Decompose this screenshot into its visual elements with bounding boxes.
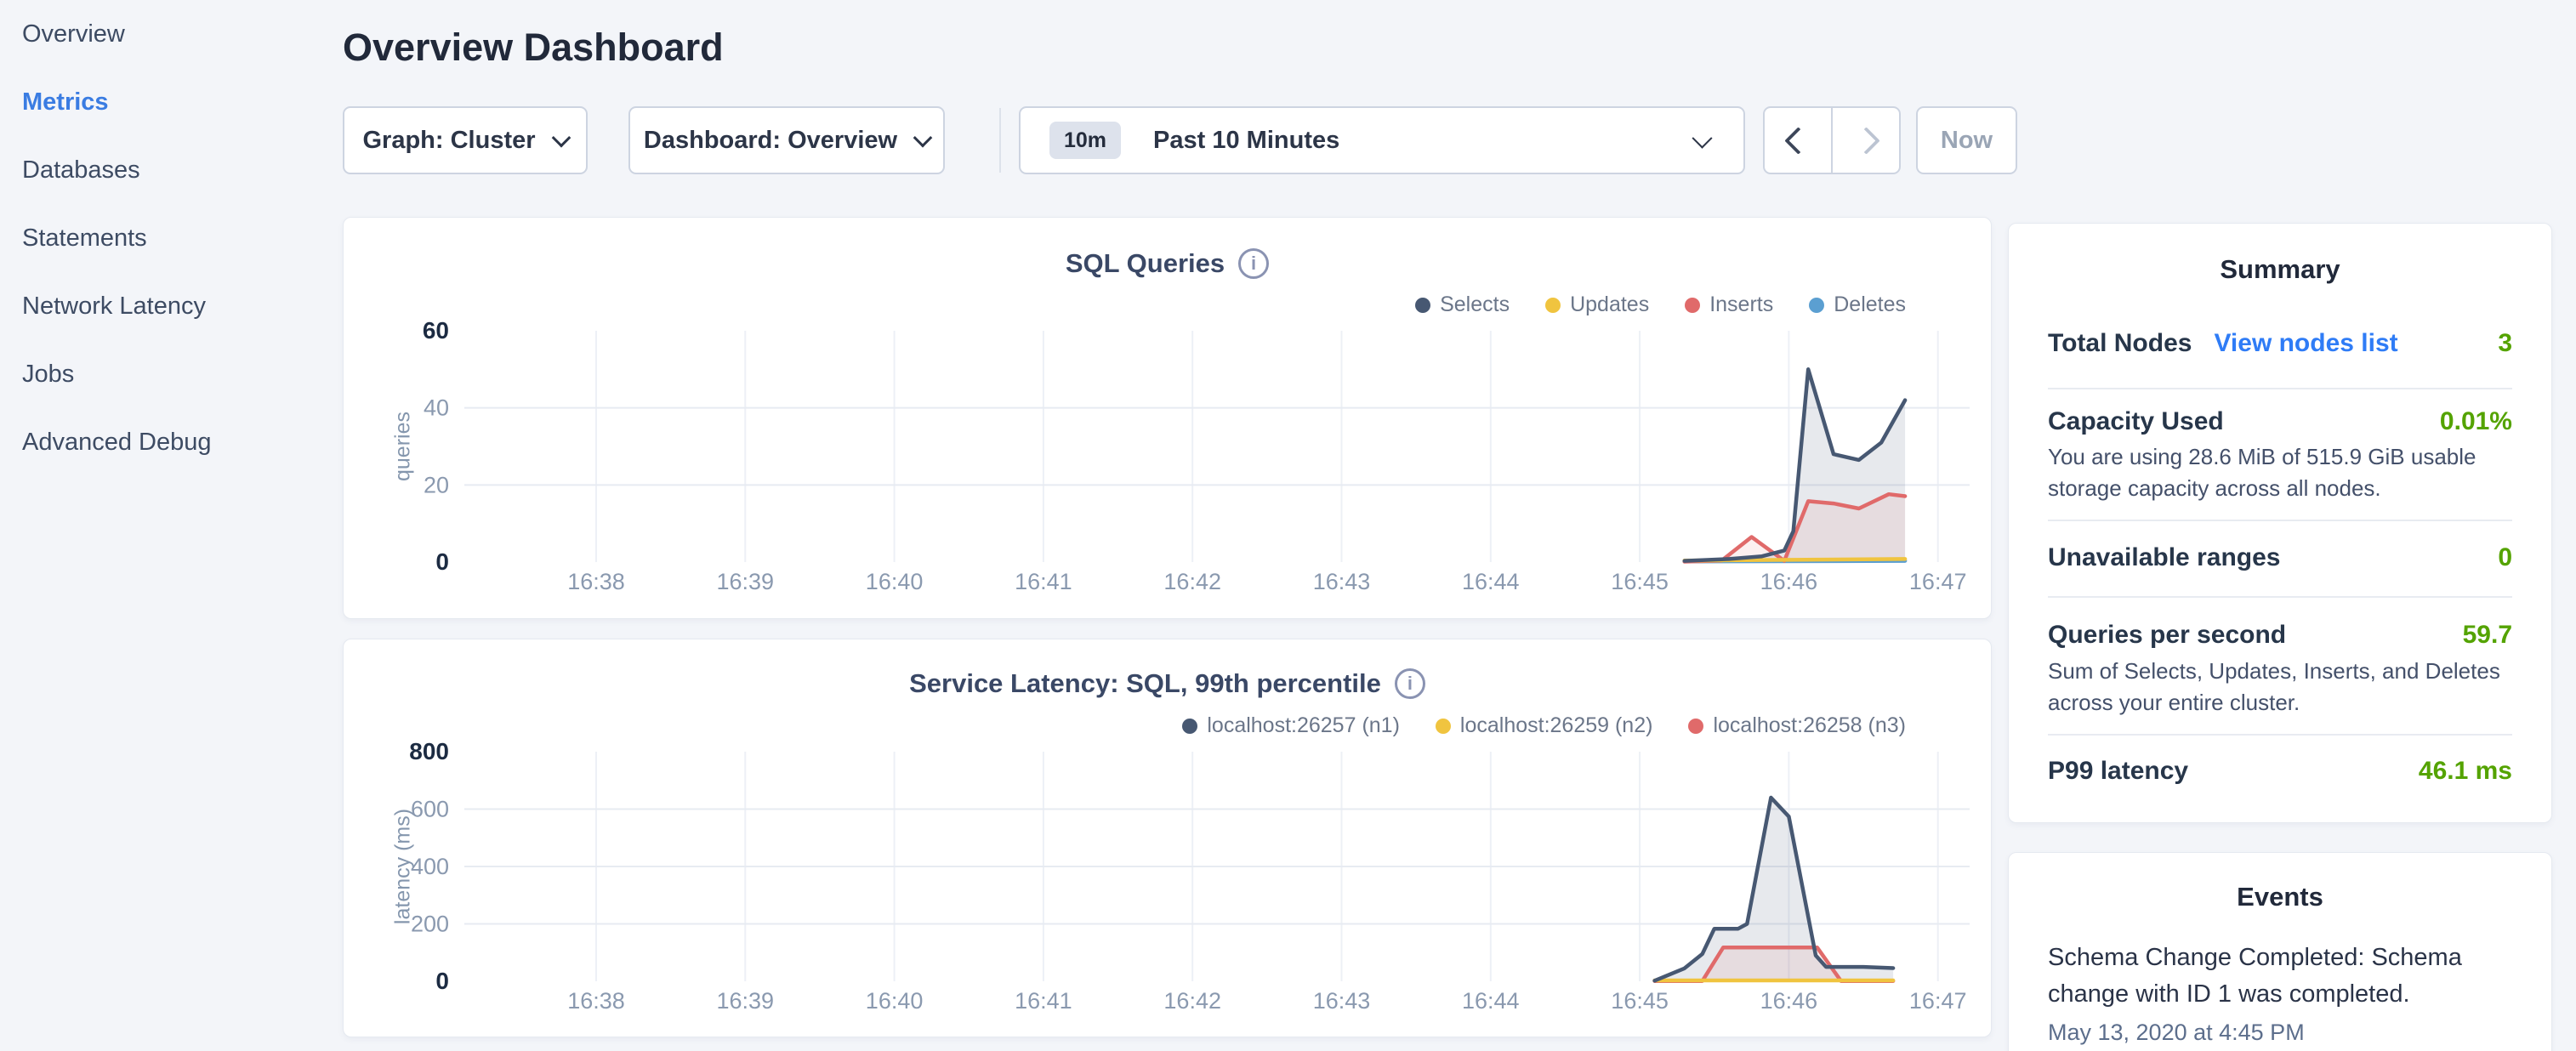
now-button[interactable]: Now [1916, 106, 2017, 174]
svg-text:16:40: 16:40 [866, 569, 924, 594]
chevron-down-icon [1692, 128, 1712, 148]
summary-label: Unavailable ranges [2048, 543, 2280, 572]
svg-text:16:41: 16:41 [1015, 988, 1072, 1014]
dashboard-label: Dashboard: Overview [644, 127, 897, 155]
summary-row-total-nodes: Total Nodes View nodes list 3 [2048, 329, 2512, 358]
summary-label: Total Nodes [2048, 329, 2192, 357]
sidebar-item-metrics[interactable]: Metrics [0, 68, 343, 136]
svg-text:16:41: 16:41 [1015, 569, 1072, 594]
chevron-down-icon [913, 128, 933, 148]
sidebar-item-network-latency[interactable]: Network Latency [0, 272, 343, 340]
service-latency-chart-card: Service Latency: SQL, 99th percentile i … [343, 639, 1992, 1037]
svg-text:16:45: 16:45 [1611, 988, 1669, 1014]
svg-text:16:44: 16:44 [1462, 988, 1520, 1014]
svg-text:16:43: 16:43 [1313, 988, 1371, 1014]
event-message[interactable]: Schema Change Completed: Schema change w… [2048, 940, 2499, 1013]
time-range-label: Past 10 Minutes [1153, 127, 1339, 155]
summary-value: 0.01% [2440, 407, 2512, 436]
sidebar-item-advanced-debug[interactable]: Advanced Debug [0, 408, 343, 476]
svg-text:16:45: 16:45 [1611, 569, 1669, 594]
time-range-badge: 10m [1049, 122, 1121, 159]
time-pager [1763, 106, 1901, 174]
graph-scope-dropdown[interactable]: Graph: Cluster [343, 106, 588, 174]
svg-text:16:46: 16:46 [1760, 988, 1818, 1014]
summary-value: 3 [2498, 329, 2512, 358]
divider [2048, 520, 2512, 521]
svg-text:800: 800 [409, 738, 449, 764]
svg-text:16:42: 16:42 [1163, 569, 1221, 594]
sidebar-item-databases[interactable]: Databases [0, 136, 343, 204]
svg-text:16:38: 16:38 [567, 988, 625, 1014]
divider [2048, 596, 2512, 598]
svg-text:200: 200 [411, 912, 449, 937]
summary-value: 46.1 ms [2419, 757, 2512, 786]
sidebar: Overview Metrics Databases Statements Ne… [0, 0, 343, 1051]
summary-value: 0 [2498, 543, 2512, 572]
svg-text:16:38: 16:38 [567, 569, 625, 594]
events-panel: Events Schema Change Completed: Schema c… [2008, 852, 2552, 1051]
header-divider [999, 108, 1001, 173]
summary-row-capacity: Capacity Used 0.01% [2048, 407, 2512, 436]
summary-value: 59.7 [2463, 621, 2512, 650]
summary-title: Summary [2009, 254, 2551, 285]
sidebar-item-overview[interactable]: Overview [0, 0, 343, 68]
svg-text:20: 20 [424, 472, 449, 497]
svg-text:16:47: 16:47 [1909, 988, 1967, 1014]
svg-text:40: 40 [424, 395, 449, 421]
svg-text:400: 400 [411, 854, 449, 879]
divider [2048, 734, 2512, 736]
page-title: Overview Dashboard [343, 26, 724, 70]
svg-text:16:44: 16:44 [1462, 569, 1520, 594]
sql-queries-chart[interactable]: 16:38 16:39 16:40 16:41 16:42 16:43 16:44 16:45… [344, 218, 1993, 620]
summary-row-p99: P99 latency 46.1 ms [2048, 757, 2512, 786]
svg-text:16:47: 16:47 [1909, 569, 1967, 594]
view-nodes-list-link[interactable]: View nodes list [2214, 329, 2397, 357]
svg-text:60: 60 [423, 317, 449, 344]
svg-text:600: 600 [411, 797, 449, 822]
chevron-left-icon [1784, 127, 1812, 155]
chevron-right-icon [1852, 127, 1880, 155]
svg-text:16:42: 16:42 [1163, 988, 1221, 1014]
next-timewindow-button[interactable] [1831, 108, 1899, 173]
svg-text:16:40: 16:40 [866, 988, 924, 1014]
summary-row-qps: Queries per second 59.7 [2048, 621, 2512, 650]
dashboard-dropdown[interactable]: Dashboard: Overview [628, 106, 945, 174]
summary-description: You are using 28.6 MiB of 515.9 GiB usab… [2048, 441, 2512, 504]
sidebar-item-statements[interactable]: Statements [0, 204, 343, 272]
summary-label: P99 latency [2048, 757, 2188, 786]
svg-text:0: 0 [435, 548, 449, 575]
events-title: Events [2009, 882, 2551, 912]
summary-label: Queries per second [2048, 621, 2286, 650]
summary-label: Capacity Used [2048, 407, 2224, 436]
prev-timewindow-button[interactable] [1765, 108, 1831, 173]
event-timestamp: May 13, 2020 at 4:45 PM [2048, 1020, 2305, 1046]
db-console: Overview Metrics Databases Statements Ne… [0, 0, 2576, 1051]
summary-description: Sum of Selects, Updates, Inserts, and De… [2048, 656, 2512, 719]
graph-scope-label: Graph: Cluster [362, 127, 535, 155]
summary-panel: Summary Total Nodes View nodes list 3 Cap… [2008, 223, 2552, 823]
svg-text:16:39: 16:39 [717, 569, 775, 594]
svg-text:16:46: 16:46 [1760, 569, 1818, 594]
time-range-dropdown[interactable]: 10m Past 10 Minutes [1019, 106, 1745, 174]
chevron-down-icon [551, 128, 571, 148]
sidebar-item-jobs[interactable]: Jobs [0, 340, 343, 408]
service-latency-chart[interactable]: 16:38 16:39 16:40 16:41 16:42 16:43 16:44 16:45… [344, 639, 1993, 1038]
sql-queries-chart-card: SQL Queries i SelectsUpdatesInsertsDelet… [343, 217, 1992, 619]
summary-row-unavailable-ranges: Unavailable ranges 0 [2048, 543, 2512, 572]
divider [2048, 388, 2512, 389]
svg-text:16:39: 16:39 [717, 988, 775, 1014]
svg-text:16:43: 16:43 [1313, 569, 1371, 594]
svg-text:0: 0 [435, 968, 449, 994]
